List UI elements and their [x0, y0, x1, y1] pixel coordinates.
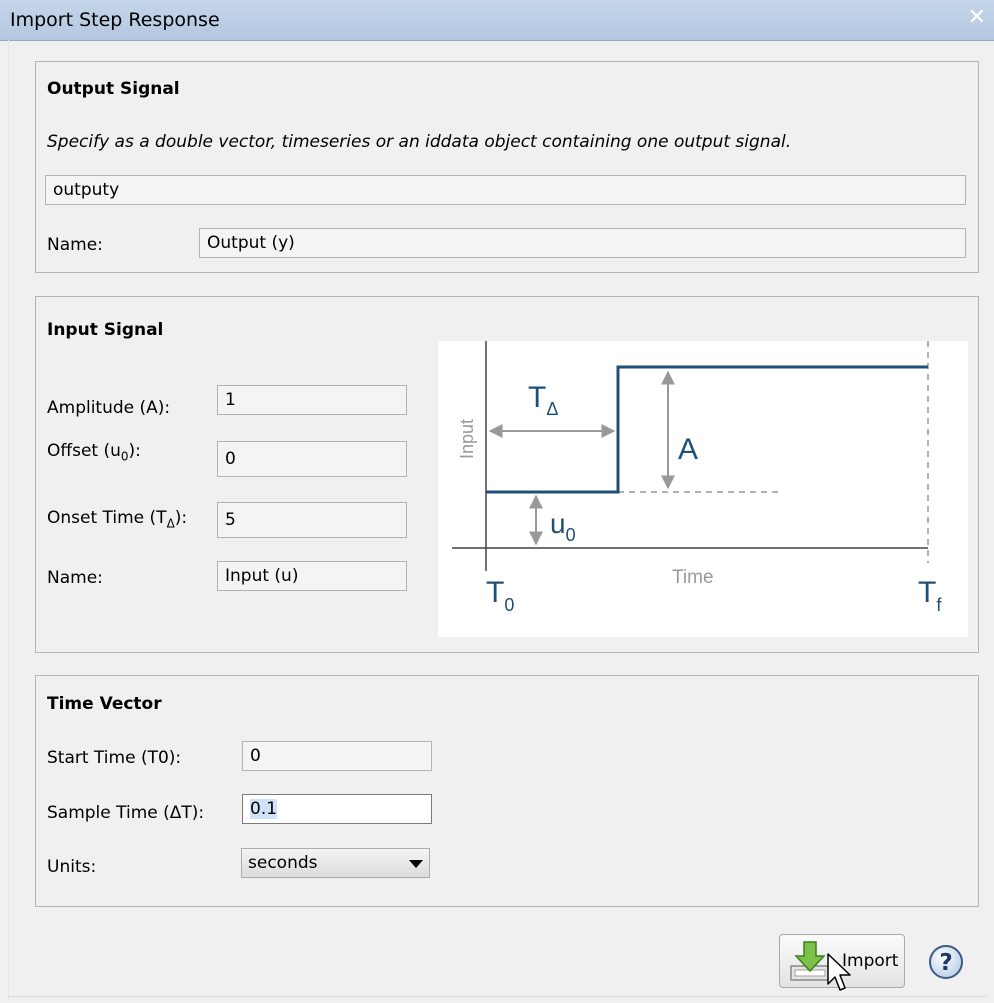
start-time-input[interactable]: [242, 741, 432, 771]
start-time-label: Start Time (T0):: [47, 748, 182, 768]
amplitude-input[interactable]: [217, 385, 407, 415]
onset-time-label: Onset Time (TΔ):: [47, 508, 188, 531]
time-vector-heading: Time Vector: [47, 694, 162, 714]
step-input-diagram: Input Time TΔ A u0 T0 Tf: [438, 341, 968, 637]
output-name-label: Name:: [47, 235, 103, 255]
units-dropdown[interactable]: seconds: [241, 848, 430, 878]
y-axis-label: Input: [457, 419, 477, 459]
output-signal-panel: Output Signal Specify as a double vector…: [35, 61, 979, 273]
tf-symbol: Tf: [918, 576, 942, 615]
close-icon[interactable]: ✕: [968, 6, 986, 30]
output-signal-description: Specify as a double vector, timeseries o…: [47, 132, 792, 152]
input-name-label: Name:: [47, 568, 103, 588]
time-vector-panel: Time Vector Start Time (T0): Sample Time…: [35, 675, 979, 907]
output-signal-heading: Output Signal: [47, 79, 180, 99]
amplitude-symbol: A: [678, 433, 698, 466]
t0-symbol: T0: [486, 576, 514, 615]
chevron-down-icon: [409, 860, 423, 868]
output-name-input[interactable]: [199, 228, 966, 258]
step-signal-line: [486, 365, 928, 494]
help-icon: ?: [929, 945, 963, 979]
u0-symbol: u0: [550, 508, 576, 545]
sample-time-label: Sample Time (ΔT):: [47, 803, 205, 823]
amplitude-label: Amplitude (A):: [47, 398, 171, 418]
offset-label: Offset (u0):: [47, 441, 141, 464]
mouse-pointer-icon: [827, 953, 851, 991]
sample-time-input[interactable]: 0.1: [242, 794, 432, 824]
t-delta-symbol: TΔ: [528, 381, 558, 419]
title-bar: Import Step Response ✕: [0, 0, 994, 41]
window-title: Import Step Response: [10, 9, 220, 31]
output-variable-input[interactable]: [45, 175, 966, 205]
window-left-border: [8, 40, 9, 1000]
offset-input[interactable]: [217, 441, 407, 477]
x-axis-label: Time: [672, 567, 714, 588]
help-glyph: ?: [939, 950, 952, 976]
units-label: Units:: [47, 857, 97, 877]
input-signal-heading: Input Signal: [47, 320, 164, 340]
input-name-input[interactable]: [217, 561, 407, 591]
help-button[interactable]: ?: [928, 944, 964, 980]
units-selected-value: seconds: [248, 853, 318, 873]
bottom-separator: [8, 996, 986, 997]
sample-time-value: 0.1: [250, 799, 278, 819]
step-diagram-svg: Input Time TΔ A u0 T0 Tf: [452, 341, 942, 615]
onset-time-input[interactable]: [217, 502, 407, 538]
